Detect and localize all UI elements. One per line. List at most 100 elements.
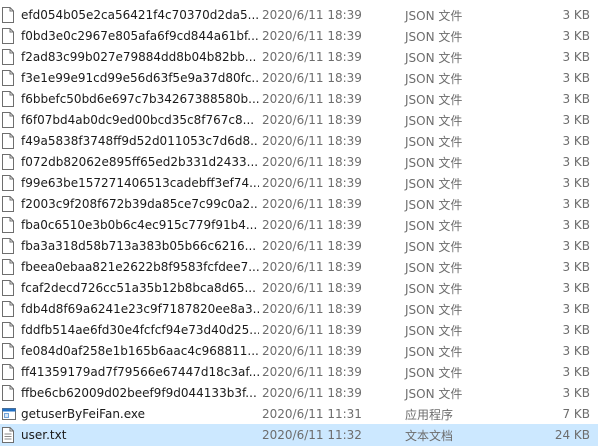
file-date: 2020/6/11 18:39: [262, 29, 362, 43]
file-row[interactable]: getuserByFeiFan.exe 2020/6/11 11:31 应用程序…: [0, 403, 598, 425]
json-file-icon: [2, 280, 14, 296]
exe-file-icon: [2, 406, 16, 422]
file-name: f6f07bd4ab0dc9ed00bcd35c8f767c8...: [21, 113, 255, 127]
file-date: 2020/6/11 18:39: [262, 197, 362, 211]
file-date: 2020/6/11 18:39: [262, 134, 362, 148]
file-row[interactable]: f6bbefc50bd6e697c7b34267388580b... 2020/…: [0, 88, 598, 110]
json-file-icon: [2, 7, 14, 23]
file-date: 2020/6/11 18:39: [262, 155, 362, 169]
file-size: 7 KB: [562, 407, 590, 421]
file-type: JSON 文件: [405, 239, 463, 254]
file-date: 2020/6/11 18:39: [262, 302, 362, 316]
file-name: f49a5838f3748ff9d52d011053c7d6d8...: [21, 134, 259, 148]
file-row[interactable]: fbeea0ebaa821e2622b8f9583fcfdee7... 2020…: [0, 256, 598, 278]
file-name: f2ad83c99b027e79884dd8b04b82bb...: [21, 50, 257, 64]
file-name: fe084d0af258e1b165b6aac4c968811...: [21, 344, 259, 358]
file-name: fbeea0ebaa821e2622b8f9583fcfdee7...: [21, 260, 259, 274]
file-row[interactable]: f072db82062e895ff65ed2b331d2433... 2020/…: [0, 151, 598, 173]
file-size: 3 KB: [562, 323, 590, 337]
file-row[interactable]: fcaf2decd726cc51a35b12b8bca8d65... 2020/…: [0, 277, 598, 299]
file-name: f6bbefc50bd6e697c7b34267388580b...: [21, 92, 259, 106]
file-size: 3 KB: [562, 8, 590, 22]
file-list: efd054b05e2ca56421f4c70370d2da5... 2020/…: [0, 0, 598, 447]
file-date: 2020/6/11 11:31: [262, 407, 362, 421]
file-size: 3 KB: [562, 260, 590, 274]
json-file-icon: [2, 91, 14, 107]
file-type: JSON 文件: [405, 50, 463, 65]
file-row[interactable]: ff41359179ad7f79566e67447d18c3af... 2020…: [0, 361, 598, 383]
file-size: 3 KB: [562, 176, 590, 190]
file-type: 应用程序: [405, 407, 454, 422]
file-size: 3 KB: [562, 71, 590, 85]
file-size: 3 KB: [562, 218, 590, 232]
file-row[interactable]: f2003c9f208f672b39da85ce7c99c0a2... 2020…: [0, 193, 598, 215]
file-date: 2020/6/11 18:39: [262, 260, 362, 274]
json-file-icon: [2, 49, 14, 65]
file-name: fba3a318d58b713a383b05b66c6216...: [21, 239, 257, 253]
file-type: 文本文档: [405, 428, 454, 443]
json-file-icon: [2, 196, 14, 212]
file-name: f99e63be157271406513cadebff3ef74...: [21, 176, 259, 190]
file-date: 2020/6/11 18:39: [262, 218, 362, 232]
json-file-icon: [2, 238, 14, 254]
file-size: 3 KB: [562, 155, 590, 169]
file-type: JSON 文件: [405, 176, 463, 191]
file-date: 2020/6/11 18:39: [262, 8, 362, 22]
file-type: JSON 文件: [405, 218, 463, 233]
file-row[interactable]: f99e63be157271406513cadebff3ef74... 2020…: [0, 172, 598, 194]
file-row[interactable]: fe084d0af258e1b165b6aac4c968811... 2020/…: [0, 340, 598, 362]
file-date: 2020/6/11 18:39: [262, 239, 362, 253]
json-file-icon: [2, 217, 14, 233]
file-date: 2020/6/11 18:39: [262, 344, 362, 358]
txt-file-icon: [2, 427, 14, 443]
file-name: f072db82062e895ff65ed2b331d2433...: [21, 155, 259, 169]
file-date: 2020/6/11 11:32: [262, 428, 362, 442]
file-name: f3e1e99e91cd99e56d63f5e9a37d80fc...: [21, 71, 259, 85]
file-name: fcaf2decd726cc51a35b12b8bca8d65...: [21, 281, 256, 295]
file-row[interactable]: ffbe6cb62009d02beef9f9d044133b3f... 2020…: [0, 382, 598, 404]
file-size: 3 KB: [562, 386, 590, 400]
json-file-icon: [2, 70, 14, 86]
file-row[interactable]: fba3a318d58b713a383b05b66c6216... 2020/6…: [0, 235, 598, 257]
json-file-icon: [2, 28, 14, 44]
file-row[interactable]: f3e1e99e91cd99e56d63f5e9a37d80fc... 2020…: [0, 67, 598, 89]
file-size: 3 KB: [562, 113, 590, 127]
file-name: getuserByFeiFan.exe: [21, 407, 146, 421]
file-date: 2020/6/11 18:39: [262, 386, 362, 400]
file-name: fdb4d8f69a6241e23c9f7187820ee8a3...: [21, 302, 259, 316]
file-size: 3 KB: [562, 239, 590, 253]
file-size: 3 KB: [562, 92, 590, 106]
file-type: JSON 文件: [405, 8, 463, 23]
json-file-icon: [2, 364, 14, 380]
json-file-icon: [2, 301, 14, 317]
file-type: JSON 文件: [405, 71, 463, 86]
file-date: 2020/6/11 18:39: [262, 71, 362, 85]
json-file-icon: [2, 112, 14, 128]
json-file-icon: [2, 322, 14, 338]
file-row[interactable]: f6f07bd4ab0dc9ed00bcd35c8f767c8... 2020/…: [0, 109, 598, 131]
file-name: f0bd3e0c2967e805afa6f9cd844a61bf...: [21, 29, 259, 43]
file-size: 3 KB: [562, 365, 590, 379]
file-size: 24 KB: [554, 428, 590, 442]
file-row[interactable]: fba0c6510e3b0b6c4ec915c779f91b4... 2020/…: [0, 214, 598, 236]
file-size: 3 KB: [562, 281, 590, 295]
file-size: 3 KB: [562, 302, 590, 316]
file-date: 2020/6/11 18:39: [262, 176, 362, 190]
file-date: 2020/6/11 18:39: [262, 281, 362, 295]
json-file-icon: [2, 154, 14, 170]
file-type: JSON 文件: [405, 113, 463, 128]
file-row[interactable]: efd054b05e2ca56421f4c70370d2da5... 2020/…: [0, 4, 598, 26]
file-date: 2020/6/11 18:39: [262, 50, 362, 64]
json-file-icon: [2, 133, 14, 149]
file-row[interactable]: f0bd3e0c2967e805afa6f9cd844a61bf... 2020…: [0, 25, 598, 47]
file-date: 2020/6/11 18:39: [262, 113, 362, 127]
file-row[interactable]: f2ad83c99b027e79884dd8b04b82bb... 2020/6…: [0, 46, 598, 68]
file-size: 3 KB: [562, 134, 590, 148]
file-row[interactable]: user.txt 2020/6/11 11:32 文本文档 24 KB: [0, 424, 598, 446]
file-row[interactable]: fdb4d8f69a6241e23c9f7187820ee8a3... 2020…: [0, 298, 598, 320]
file-row[interactable]: f49a5838f3748ff9d52d011053c7d6d8... 2020…: [0, 130, 598, 152]
file-type: JSON 文件: [405, 302, 463, 317]
file-type: JSON 文件: [405, 323, 463, 338]
file-type: JSON 文件: [405, 134, 463, 149]
file-row[interactable]: fddfb514ae6fd30e4fcfcf94e73d40d25... 202…: [0, 319, 598, 341]
